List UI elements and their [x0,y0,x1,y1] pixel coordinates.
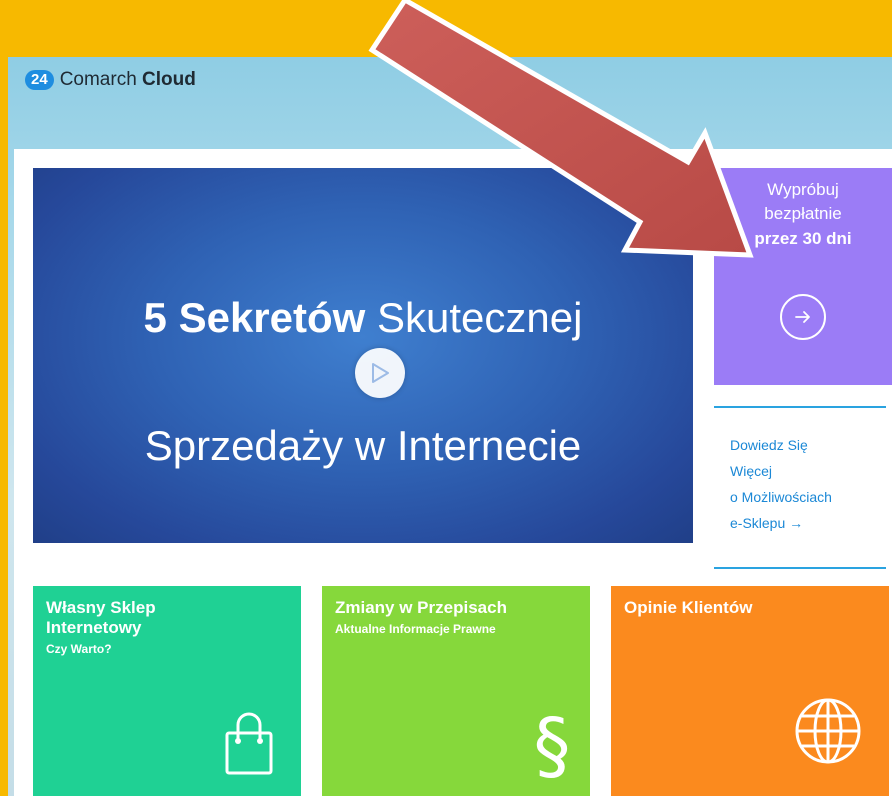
trial-line2: bezpłatnie [764,204,842,223]
tile-title-line2: Internetowy [46,618,142,637]
arrow-right-circle-icon [780,294,826,340]
video-title-bold: 5 Sekretów [143,294,366,341]
learn-more-line3: o Możliwościach [730,489,832,505]
logo-badge: 24 [25,70,54,90]
tile-title-line1: Własny Sklep [46,598,156,617]
svg-text:§: § [534,703,571,783]
tile-title: Zmiany w Przepisach Aktualne Informacje … [335,598,507,638]
globe-icon [795,698,861,764]
section-sign-icon: § [534,703,571,783]
trial-line1: Wypróbuj [767,180,839,199]
logo-prefix: Comarch [59,69,143,90]
tile-title-line1: Zmiany w Przepisach [335,598,507,617]
learn-more-link[interactable]: Dowiedz Się Więcej o Możliwościach e-Skl… [730,432,890,536]
tile-subtitle: Aktualne Informacje Prawne [335,622,496,636]
free-trial-button[interactable]: Wypróbuj bezpłatnie przez 30 dni [714,168,892,385]
learn-more-line2: Więcej [730,463,773,479]
play-icon [372,363,389,383]
annotation-arrow [368,0,754,258]
tile-title: Własny Sklep Internetowy Czy Warto? [46,598,156,658]
tile-subtitle: Czy Warto? [46,642,112,656]
video-title-line1: 5 Sekretów Skutecznej [33,294,693,342]
divider-bottom [714,567,886,569]
play-button[interactable] [355,348,405,398]
comarch-cloud-logo[interactable]: 24 Comarch Cloud [25,69,196,91]
video-title-line2: Sprzedaży w Internecie [144,422,582,469]
learn-more-line1: Dowiedz Się [730,437,808,453]
divider-top [714,406,886,408]
learn-more-line4: e-Sklepu → [730,515,804,531]
tile-title-line1: Opinie Klientów [624,598,753,617]
video-title-rest: Skutecznej [365,294,583,341]
tile-title: Opinie Klientów [624,598,752,618]
tile-own-shop[interactable]: Własny Sklep Internetowy Czy Warto? [33,586,301,796]
logo-text: Comarch Cloud [60,69,196,91]
tile-regulation-changes[interactable]: Zmiany w Przepisach Aktualne Informacje … [322,586,590,796]
shopping-bag-icon [225,712,273,775]
logo-strong: Cloud [142,69,196,90]
tile-customer-reviews[interactable]: Opinie Klientów [611,586,889,796]
